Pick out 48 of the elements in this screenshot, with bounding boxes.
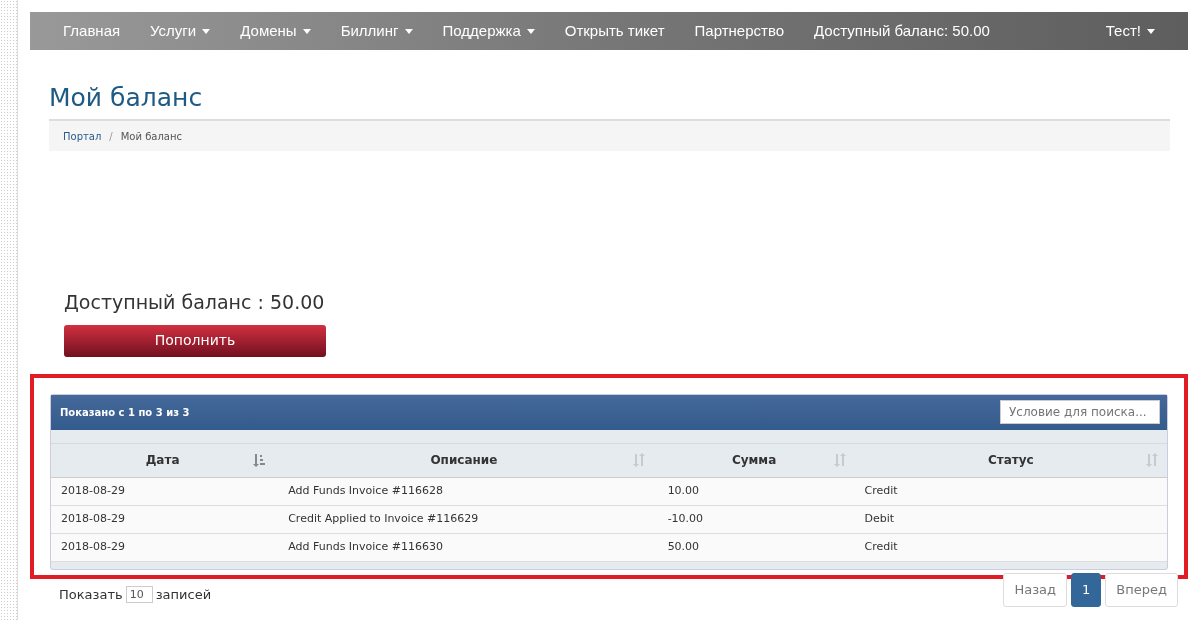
- table-cell: Credit: [854, 477, 1167, 505]
- nav-link[interactable]: Главная: [48, 19, 136, 43]
- previous-page-button[interactable]: Назад: [1003, 572, 1068, 607]
- entries-label: записей: [155, 585, 212, 604]
- nav-link[interactable]: Доступный баланс: 50.00: [799, 19, 1005, 43]
- next-page-button[interactable]: Вперед: [1105, 572, 1178, 607]
- column-header[interactable]: Описание: [430, 451, 498, 469]
- nav-link[interactable]: Биллинг: [325, 19, 428, 43]
- table-cell: 2018-08-29: [51, 477, 275, 505]
- sort-descending-icon[interactable]: [253, 453, 266, 467]
- caret-icon: [302, 28, 311, 34]
- balance-text: Доступный баланс : 50.00: [64, 290, 326, 315]
- records-info: Показано с 1 по 3 из 3: [60, 405, 190, 420]
- column-header[interactable]: Дата: [145, 451, 180, 469]
- table-cell: Add Funds Invoice #116628: [274, 477, 654, 505]
- sort-icon[interactable]: [632, 453, 645, 467]
- search-field[interactable]: Условие для поиска...: [1000, 400, 1160, 424]
- table-cell: Add Funds Invoice #116630: [274, 533, 654, 561]
- nav-link[interactable]: Домены: [225, 19, 326, 43]
- caret-icon: [1147, 28, 1155, 34]
- page-title: Мой баланс: [49, 83, 204, 113]
- caret-icon: [202, 28, 211, 34]
- nav-link[interactable]: Поддержка: [427, 19, 550, 43]
- table-cell: 2018-08-29: [51, 533, 275, 561]
- nav-link[interactable]: Партнерство: [679, 19, 800, 43]
- breadcrumb-current: Мой баланс: [120, 129, 182, 144]
- table-cell: 10.00: [653, 477, 855, 505]
- table-cell: -10.00: [653, 505, 855, 533]
- table-cell: Debit: [854, 505, 1167, 533]
- column-header[interactable]: Статус: [987, 451, 1034, 469]
- breadcrumb-link[interactable]: Портал: [63, 128, 102, 144]
- nav-link[interactable]: Услуги: [135, 19, 226, 43]
- column-header[interactable]: Сумма: [731, 451, 777, 469]
- page-length-field[interactable]: 10: [125, 586, 153, 603]
- sort-icon[interactable]: [1146, 453, 1158, 467]
- table-cell: Credit Applied to Invoice #116629: [274, 505, 654, 533]
- caret-icon: [404, 28, 413, 34]
- table-cell: Credit: [854, 533, 1167, 561]
- table-cell: 50.00: [653, 533, 855, 561]
- page-button[interactable]: 1: [1071, 572, 1102, 607]
- caret-icon: [526, 28, 535, 34]
- table-cell: 2018-08-29: [51, 505, 275, 533]
- nav-link[interactable]: Открыть тикет: [549, 19, 680, 43]
- breadcrumb-separator: /: [109, 129, 113, 144]
- top-up-button[interactable]: Пополнить: [64, 324, 326, 357]
- sort-icon[interactable]: [833, 453, 846, 467]
- show-label: Показать: [59, 585, 123, 604]
- user-menu[interactable]: Тест!: [1090, 20, 1170, 43]
